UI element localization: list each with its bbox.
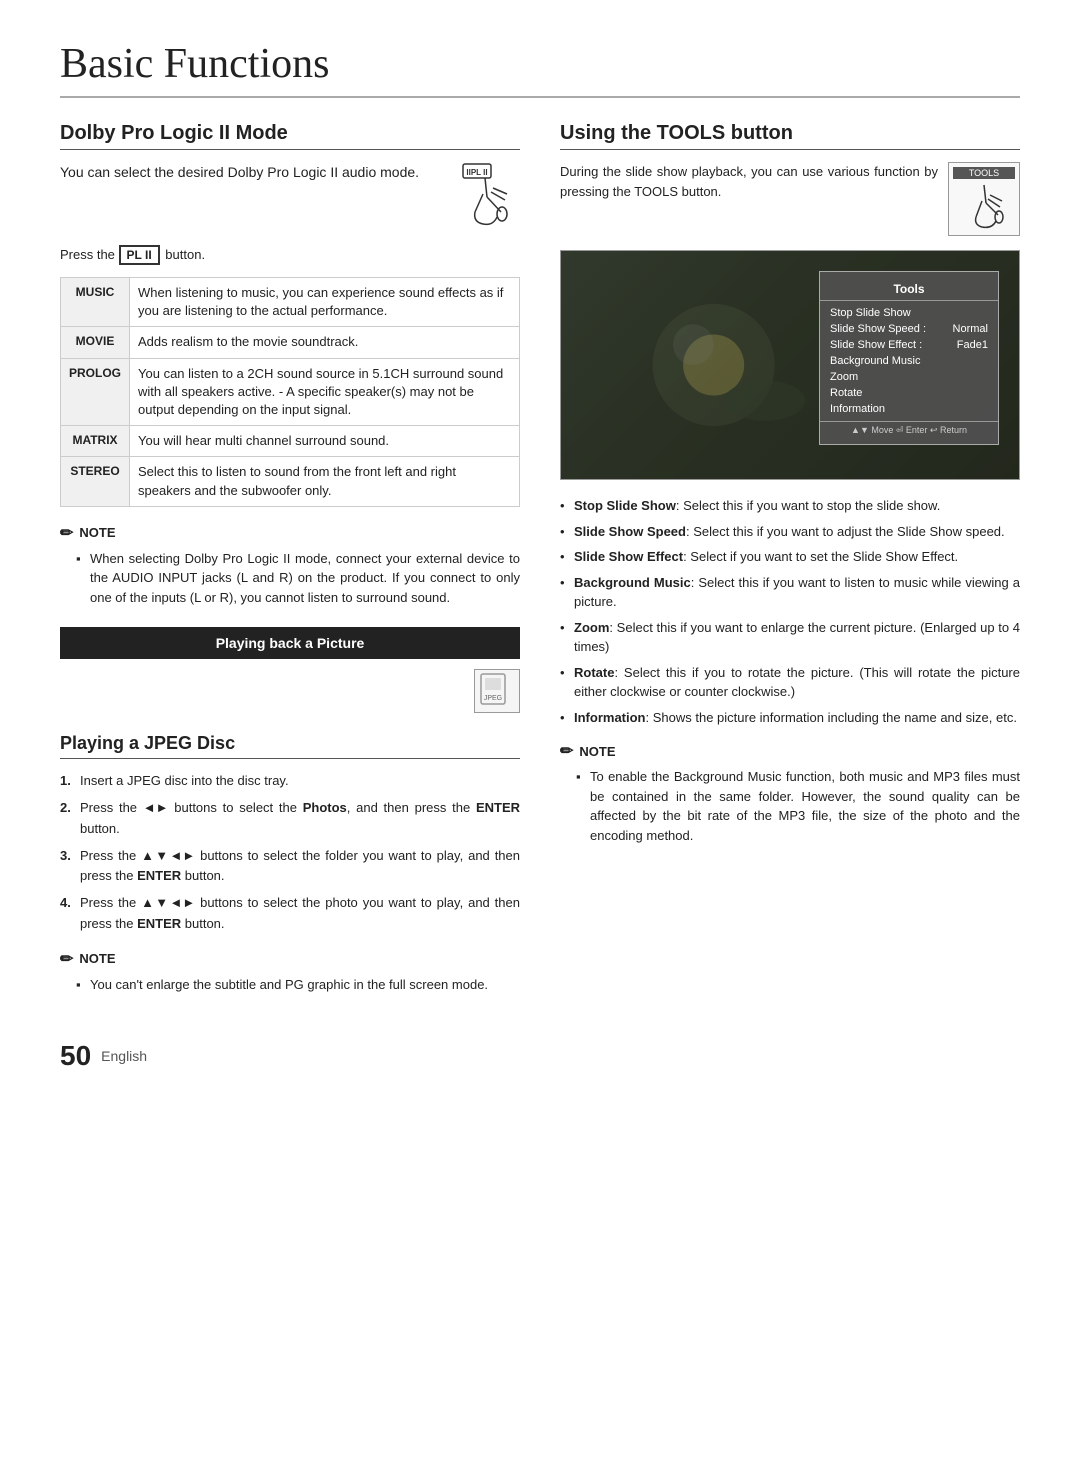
tools-bullet-item: Slide Show Effect: Select if you want to… (560, 547, 1020, 567)
bullet-term: Stop Slide Show (574, 498, 676, 513)
tools-menu-item: Information (820, 401, 998, 417)
tools-intro-row: During the slide show playback, you can … (560, 162, 1020, 236)
tools-note: ✏ NOTE To enable the Background Music fu… (560, 741, 1020, 845)
tools-menu-popup-title: Tools (820, 280, 998, 301)
tools-section-title: Using the TOOLS button (560, 122, 1020, 150)
tools-menu-item: Stop Slide Show (820, 305, 998, 321)
tools-bullet-item: Rotate: Select this if you to rotate the… (560, 663, 1020, 702)
tools-menu-item-label: Rotate (830, 387, 862, 399)
step-number: 1. (60, 771, 71, 792)
jpeg-note-header: NOTE (79, 951, 115, 966)
press-pl2-line: Press the PL II button. (60, 245, 520, 265)
jpeg-note-pencil-icon: ✏ (60, 949, 73, 969)
left-column: Dolby Pro Logic II Mode You can select t… (60, 122, 520, 1010)
jpeg-section-title: Playing a JPEG Disc (60, 733, 520, 759)
mode-description: Select this to listen to sound from the … (130, 457, 520, 506)
tools-menu-item: Background Music (820, 353, 998, 369)
dolby-note: ✏ NOTE When selecting Dolby Pro Logic II… (60, 523, 520, 608)
tools-menu-item-label: Background Music (830, 355, 921, 367)
tools-menu-item-label: Zoom (830, 371, 858, 383)
tools-menu-item: Slide Show Effect : Fade1 (820, 337, 998, 353)
mode-label: MATRIX (61, 426, 130, 457)
tools-note-body: To enable the Background Music function,… (576, 767, 1020, 845)
tools-menu-item-value: Fade1 (957, 339, 988, 351)
step-number: 3. (60, 846, 71, 867)
tools-menu-footer: ▲▼ Move ⏎ Enter ↩ Return (820, 421, 998, 436)
bullet-term: Information (574, 710, 646, 725)
tools-menu-item: Zoom (820, 369, 998, 385)
tools-menu-item-label: Stop Slide Show (830, 307, 911, 319)
tools-menu-item-label: Information (830, 403, 885, 415)
bullet-term: Slide Show Effect (574, 549, 683, 564)
tools-hand-icon (962, 181, 1006, 231)
tools-menu-popup: Tools Stop Slide Show Slide Show Speed : N… (819, 271, 999, 445)
mode-description: Adds realism to the movie soundtrack. (130, 327, 520, 358)
jpeg-section: Playing a JPEG Disc 1.Insert a JPEG disc… (60, 733, 520, 994)
mode-description: You will hear multi channel surround sou… (130, 426, 520, 457)
tools-menu-screenshot: Tools Stop Slide Show Slide Show Speed : N… (560, 250, 1020, 480)
jpeg-note-body: You can't enlarge the subtitle and PG gr… (76, 975, 520, 995)
tools-label: TOOLS (953, 167, 1015, 179)
dolby-note-header: NOTE (79, 525, 115, 540)
dolby-intro-text: You can select the desired Dolby Pro Log… (60, 162, 440, 183)
tools-menu-item: Rotate (820, 385, 998, 401)
tools-bullet-item: Zoom: Select this if you want to enlarge… (560, 618, 1020, 657)
jpeg-step: 2.Press the ◄► buttons to select the Pho… (60, 798, 520, 840)
right-column: Using the TOOLS button During the slide … (560, 122, 1020, 1010)
page-title: Basic Functions (60, 40, 1020, 98)
tools-bullet-item: Stop Slide Show: Select this if you want… (560, 496, 1020, 516)
note-pencil-icon: ✏ (60, 523, 73, 543)
tools-remote-icon-box: TOOLS (948, 162, 1020, 236)
jpeg-step: 3.Press the ▲▼◄► buttons to select the f… (60, 846, 520, 888)
tools-bullet-item: Slide Show Speed: Select this if you wan… (560, 522, 1020, 542)
mode-label: STEREO (61, 457, 130, 506)
tools-menu-items-container: Stop Slide ShowSlide Show Speed :NormalS… (820, 305, 998, 417)
dolby-icon-area: IIPL II (450, 162, 520, 235)
tools-bullet-item: Background Music: Select this if you wan… (560, 573, 1020, 612)
svg-text:JPEG: JPEG (484, 695, 502, 702)
mode-label: PROLOG (61, 358, 130, 426)
page-language: English (101, 1048, 147, 1064)
bullet-term: Rotate (574, 665, 614, 680)
playing-back-banner: Playing back a Picture (60, 627, 520, 659)
jpeg-steps-list: 1.Insert a JPEG disc into the disc tray.… (60, 771, 520, 935)
tools-menu-item-label: Slide Show Speed : (830, 323, 926, 335)
tools-bullet-list: Stop Slide Show: Select this if you want… (560, 496, 1020, 727)
bullet-term: Background Music (574, 575, 691, 590)
mode-label: MUSIC (61, 278, 130, 327)
bullet-term: Zoom (574, 620, 609, 635)
jpeg-note: ✏ NOTE You can't enlarge the subtitle an… (60, 949, 520, 995)
dolby-note-body: When selecting Dolby Pro Logic II mode, … (76, 549, 520, 608)
mode-description: You can listen to a 2CH sound source in … (130, 358, 520, 426)
jpeg-step: 1.Insert a JPEG disc into the disc tray. (60, 771, 520, 792)
dolby-modes-table: MUSICWhen listening to music, you can ex… (60, 277, 520, 507)
dolby-remote-icon: IIPL II (455, 162, 515, 232)
tools-menu-item: Slide Show Speed : Normal (820, 321, 998, 337)
svg-text:IIPL II: IIPL II (466, 168, 487, 177)
step-number: 2. (60, 798, 71, 819)
page-number: 50 (60, 1040, 91, 1072)
tools-menu-item-label: Slide Show Effect : (830, 339, 922, 351)
bullet-term: Slide Show Speed (574, 524, 686, 539)
tools-bullet-item: Information: Shows the picture informati… (560, 708, 1020, 728)
tools-note-header: NOTE (579, 744, 615, 759)
dolby-section-title: Dolby Pro Logic II Mode (60, 122, 520, 150)
tools-menu-item-value: Normal (953, 323, 988, 335)
jpeg-step: 4.Press the ▲▼◄► buttons to select the p… (60, 893, 520, 935)
jpeg-file-icon: JPEG (474, 669, 520, 713)
mode-description: When listening to music, you can experie… (130, 278, 520, 327)
tools-intro-text: During the slide show playback, you can … (560, 162, 938, 201)
page-footer: 50 English (60, 1040, 1020, 1072)
mode-label: MOVIE (61, 327, 130, 358)
step-number: 4. (60, 893, 71, 914)
pl2-button-label: PL II (119, 245, 160, 265)
tools-note-pencil-icon: ✏ (560, 741, 573, 761)
jpeg-icon-row: JPEG (60, 669, 520, 713)
